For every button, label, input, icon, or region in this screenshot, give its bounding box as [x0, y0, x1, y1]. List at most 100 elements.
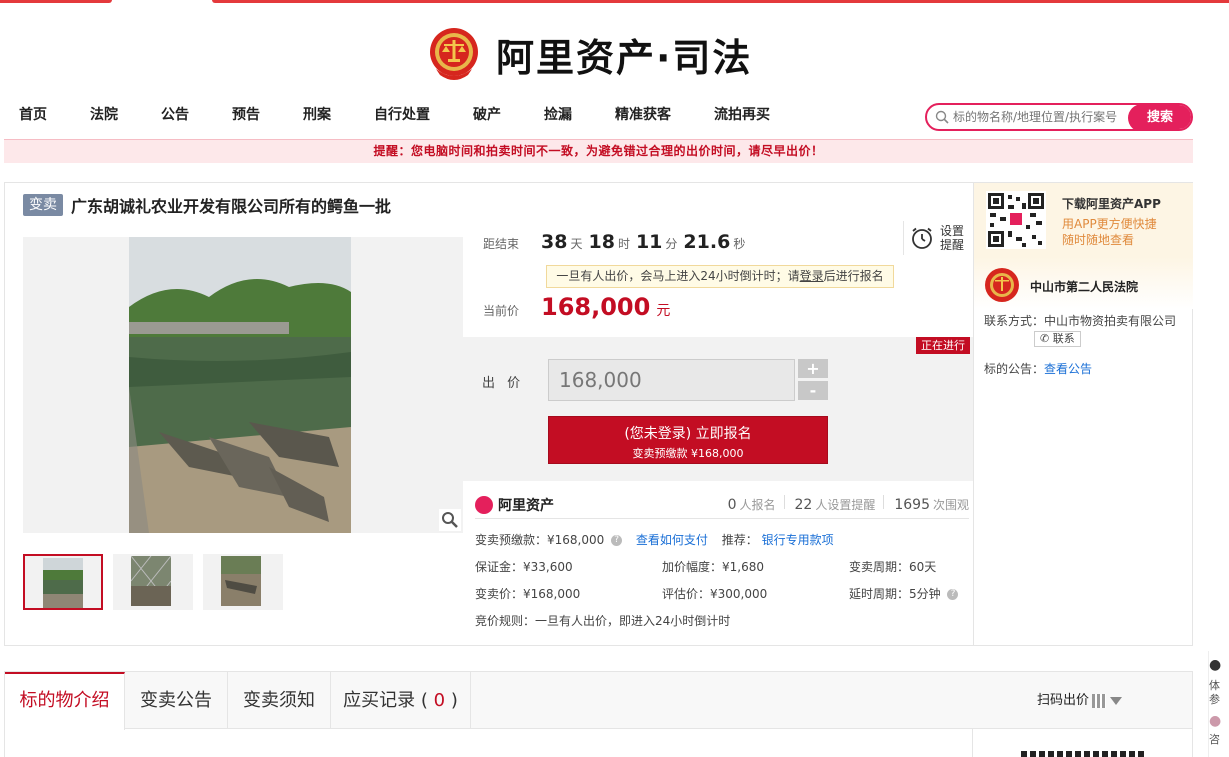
- thumbnail-image: [131, 556, 171, 606]
- app-sub-line2: 随时随地查看: [1062, 233, 1135, 247]
- service-avatar-icon-2[interactable]: ●: [1209, 713, 1229, 733]
- partial-content: [1021, 751, 1147, 757]
- tip-text-pre: 一旦有人出价，会马上进入24小时倒计时；请: [556, 269, 800, 283]
- tab-bid-records[interactable]: 应买记录 ( 0 ): [331, 672, 471, 729]
- countdown: 距结束 38 天 18 时 11 分 21.6 秒: [483, 231, 745, 253]
- view-count-label: 次围观: [932, 498, 969, 512]
- reminder-count: 22: [794, 497, 813, 513]
- item-title: 广东胡诚礼农业开发有限公司所有的鳄鱼一批: [71, 197, 392, 216]
- search-input[interactable]: [953, 110, 1123, 124]
- app-download-box: 下载阿里资产APP 用APP更方便快捷 随时随地查看: [974, 183, 1193, 257]
- nav-item-announcement[interactable]: 公告: [161, 104, 189, 124]
- tab-sale-announcement[interactable]: 变卖公告: [125, 672, 228, 729]
- countdown-days: 38: [541, 231, 568, 253]
- logo-text: 阿里资产·司法: [496, 35, 753, 80]
- nav-item-home[interactable]: 首页: [19, 104, 47, 124]
- contact-button-label: 联系: [1052, 332, 1075, 345]
- nav-item-bargain[interactable]: 捡漏: [544, 104, 572, 124]
- current-price-label: 当前价: [483, 304, 520, 318]
- countdown-minutes: 11: [635, 231, 663, 253]
- bid-increase-button[interactable]: +: [798, 359, 828, 378]
- site-logo[interactable]: 阿里资产·司法: [428, 24, 752, 84]
- signup-button-deposit: 变卖预缴款 ¥168,000: [632, 447, 744, 460]
- announcement-label: 标的公告：: [984, 362, 1045, 376]
- bidding-tip: 一旦有人出价，会马上进入24小时倒计时；请登录后进行报名: [546, 265, 894, 288]
- bid-decrease-button[interactable]: -: [798, 381, 828, 400]
- service-text-3: 咨: [1209, 733, 1220, 746]
- status-badge: 正在进行: [916, 337, 970, 354]
- how-to-pay-link[interactable]: 查看如何支付: [636, 533, 708, 547]
- main-photo[interactable]: [129, 237, 351, 533]
- thumbnail-2[interactable]: [113, 554, 193, 610]
- countdown-seconds-unit: 秒: [733, 237, 746, 251]
- bid-rule: 竞价规则：一旦有人出价，即进入24小时倒计时: [475, 614, 731, 628]
- service-text-2: 参: [1209, 693, 1220, 706]
- brand: 阿里资产: [475, 495, 554, 515]
- main-image-area: [23, 237, 463, 533]
- court-info: 中山市第二人民法院: [974, 257, 1193, 309]
- countdown-hours: 18: [588, 231, 615, 253]
- recommend-label: 推荐：: [721, 533, 758, 547]
- reminder-count-label: 人设置提醒: [815, 498, 876, 512]
- delay-period-row: 延时周期：5分钟 ?: [849, 585, 959, 602]
- nav-item-bankruptcy[interactable]: 破产: [473, 104, 501, 124]
- view-announcement-link[interactable]: 查看公告: [1044, 362, 1092, 376]
- signup-count-label: 人报名: [739, 498, 776, 512]
- top-accent-right: [212, 0, 1229, 3]
- item-announcement: 标的公告：查看公告: [984, 360, 1092, 377]
- stat-counters: 0 人报名 22 人设置提醒 1695 次围观: [718, 495, 969, 513]
- court-name[interactable]: 中山市第二人民法院: [1030, 278, 1138, 295]
- search-button[interactable]: 搜索: [1128, 105, 1191, 129]
- bid-stepper: + -: [798, 359, 828, 403]
- countdown-hours-unit: 时: [617, 237, 630, 251]
- tip-text-post: 后进行报名: [823, 269, 884, 283]
- bid-panel: 正在进行 出 价 168,000 + - (您未登录) 立即报名 变卖预缴款 ¥…: [462, 337, 974, 481]
- sale-type-tag: 变卖: [23, 194, 63, 216]
- zoom-icon[interactable]: [439, 509, 461, 531]
- current-price: 168,000: [541, 293, 651, 321]
- court-emblem-icon: [430, 28, 478, 80]
- current-price-row: 当前价 168,000 元: [483, 293, 670, 321]
- help-icon[interactable]: ?: [611, 535, 623, 546]
- countdown-seconds: 21.6: [683, 231, 731, 253]
- countdown-label: 距结束: [483, 237, 520, 251]
- bank-account-link[interactable]: 银行专用款项: [762, 533, 834, 547]
- sale-period: 变卖周期：60天: [849, 560, 937, 574]
- contact-button[interactable]: ✆ 联系: [1034, 331, 1081, 347]
- thumbnail-3[interactable]: [203, 554, 283, 610]
- tip-login-link[interactable]: 登录: [800, 269, 824, 283]
- bid-increment: 加价幅度：¥1,680: [662, 560, 764, 574]
- tab-sale-notice[interactable]: 变卖须知: [228, 672, 331, 729]
- tab-item-intro[interactable]: 标的物介绍: [5, 672, 125, 730]
- tab-content-area: [4, 729, 1193, 757]
- thumbnail-1[interactable]: [23, 554, 103, 610]
- nav-item-preview[interactable]: 预告: [232, 104, 260, 124]
- bid-amount-input[interactable]: 168,000: [548, 359, 795, 401]
- app-download-title[interactable]: 下载阿里资产APP: [1062, 195, 1161, 212]
- item-title-row: 变卖 广东胡诚礼农业开发有限公司所有的鳄鱼一批: [23, 193, 391, 217]
- nav-item-criminal[interactable]: 刑案: [303, 104, 331, 124]
- guarantee: 保证金：¥33,600: [475, 560, 573, 574]
- scan-to-bid-label: 扫码出价: [1036, 693, 1089, 708]
- app-sub-line1: 用APP更方便快捷: [1062, 217, 1157, 231]
- top-accent-left: [0, 0, 112, 3]
- chevron-down-icon: [1110, 696, 1122, 705]
- scan-to-bid[interactable]: 扫码出价: [1037, 672, 1122, 730]
- nav-item-self-disposal[interactable]: 自行处置: [374, 104, 430, 124]
- search-bar: 搜索: [925, 103, 1193, 131]
- set-reminder-button[interactable]: 设置提醒: [903, 221, 966, 255]
- thumbnail-strip: [23, 554, 293, 610]
- nav-item-court[interactable]: 法院: [90, 104, 118, 124]
- signup-button[interactable]: (您未登录) 立即报名 变卖预缴款 ¥168,000: [548, 416, 828, 464]
- thumbnail-image: [43, 558, 83, 608]
- nav-item-precise-leads[interactable]: 精准获客: [615, 104, 671, 124]
- signup-count: 0: [727, 497, 737, 513]
- qr-code-icon: [986, 191, 1046, 249]
- help-icon[interactable]: ?: [947, 589, 959, 600]
- nav-item-rebuy[interactable]: 流拍再买: [714, 104, 770, 124]
- service-avatar-icon[interactable]: ●: [1209, 657, 1229, 679]
- bid-records-label: 应买记录: [343, 690, 416, 711]
- search-icon: [935, 110, 949, 124]
- countdown-minutes-unit: 分: [665, 237, 678, 251]
- appraisal-price: 评估价：¥300,000: [662, 587, 768, 601]
